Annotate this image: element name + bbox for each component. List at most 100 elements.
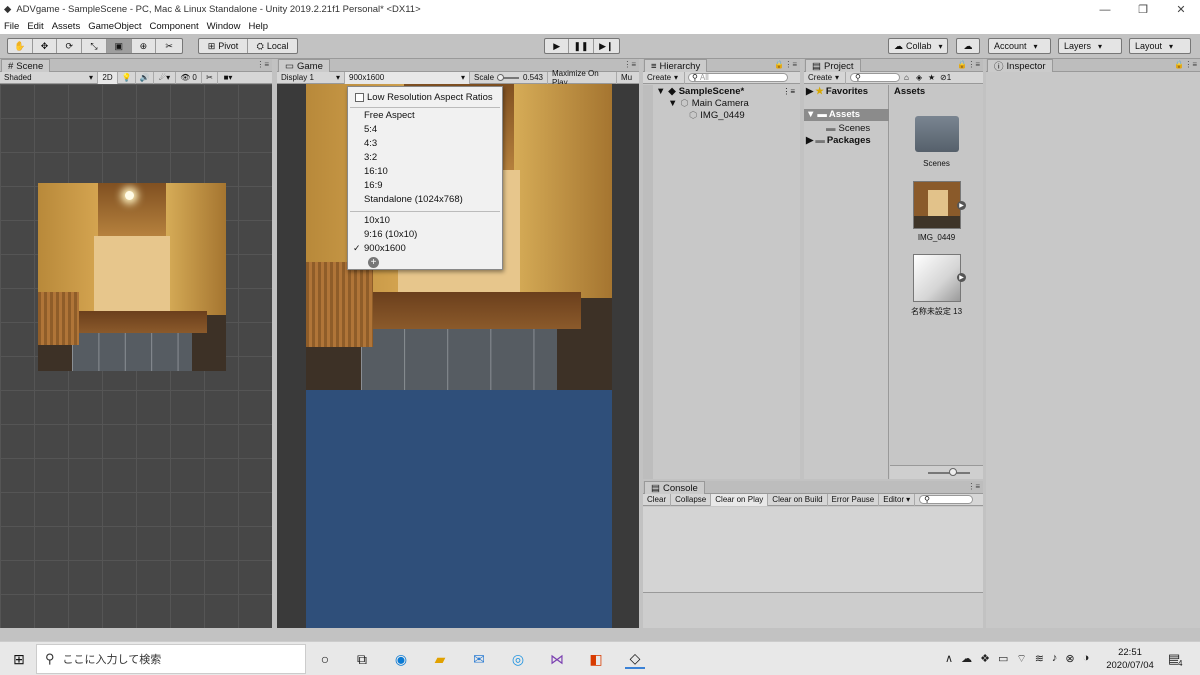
taskbar-clock[interactable]: 22:51 2020/07/04 (1098, 646, 1162, 672)
expand-arrow-icon[interactable]: ▼ (806, 109, 815, 121)
inspector-tab-menu-icon[interactable]: 🔒⋮≡ (1174, 60, 1197, 69)
edge-legacy-icon[interactable]: ◎ (508, 649, 528, 669)
scale-tool-icon[interactable]: ⤡ (82, 39, 107, 53)
account-dropdown[interactable]: Account (988, 38, 1051, 54)
network-icon[interactable]: ⌔ (1016, 652, 1026, 666)
scenes-folder-icon[interactable] (915, 116, 959, 152)
console-editor-dropdown[interactable]: Editor ▾ (879, 493, 916, 506)
taskbar-search-box[interactable]: ⚲ ここに入力して検索 (36, 644, 306, 674)
aspect-option-free[interactable]: Free Aspect (364, 110, 415, 122)
camera-dropdown-icon[interactable]: ■▾ (218, 72, 238, 84)
collab-button[interactable]: ☁ Collab (888, 38, 948, 54)
low-res-checkbox[interactable] (355, 92, 364, 102)
assets-tree-row[interactable]: ▼ ▬ Assets (804, 109, 889, 121)
cortana-icon[interactable]: ○ (315, 649, 335, 669)
windows-start-icon[interactable]: ⊞ (9, 649, 29, 669)
zoom-slider-thumb[interactable] (949, 468, 958, 476)
favorite-star-icon[interactable]: ★ (924, 72, 936, 84)
aspect-option-3-2[interactable]: 3:2 (364, 152, 377, 164)
pivot-button[interactable]: ⊞ Pivot (199, 39, 249, 53)
layout-dropdown[interactable]: Layout (1129, 38, 1191, 54)
hidden-objects-toggle[interactable]: 👁 0 (176, 71, 202, 84)
hierarchy-scene-row[interactable]: ▼ ◆ SampleScene* (656, 86, 744, 97)
dropbox-icon[interactable]: ❖ (980, 652, 990, 666)
add-resolution-icon[interactable]: + (368, 257, 379, 268)
tray-chevron-up-icon[interactable]: ∧ (945, 652, 953, 666)
scene-view[interactable] (0, 84, 272, 628)
visual-studio-icon[interactable]: ⋈ (547, 649, 567, 669)
game-tab-menu-icon[interactable]: ⋮≡ (623, 60, 636, 69)
transform-tool-icon[interactable]: ⊕ (132, 39, 157, 53)
expand-arrow-icon[interactable]: ▼ (668, 98, 677, 109)
packages-tree-row[interactable]: ▶ ▬ Packages (806, 135, 871, 146)
expand-arrow-icon[interactable]: ▼ (656, 86, 665, 97)
hierarchy-create-dropdown[interactable]: Create ▾ (643, 71, 685, 84)
aspect-option-9-16[interactable]: 9:16 (10x10) (364, 229, 417, 241)
tools-icon[interactable]: ✂ (202, 71, 218, 84)
filter-label-icon[interactable]: ◈ (912, 72, 924, 84)
scale-track[interactable] (497, 73, 520, 81)
aspect-option-10x10[interactable]: 10x10 (364, 215, 390, 227)
scenes-tree-row[interactable]: ▬ Scenes (826, 123, 870, 134)
minimize-icon[interactable]: — (1086, 0, 1124, 19)
tab-game[interactable]: ▭ Game (278, 59, 330, 72)
hierarchy-search-input[interactable]: ⚲ All (688, 73, 788, 82)
aspect-option-5-4[interactable]: 5:4 (364, 124, 377, 136)
menu-gameobject[interactable]: GameObject (88, 21, 141, 32)
aspect-option-16-10[interactable]: 16:10 (364, 166, 388, 178)
rect-tool-icon[interactable]: ▣ (106, 39, 132, 53)
hierarchy-item-img[interactable]: ⬡ IMG_0449 (689, 110, 745, 121)
audio-toggle-icon[interactable]: 🔊 (136, 71, 154, 84)
custom-tool-icon[interactable]: ✂ (156, 39, 182, 53)
console-collapse-button[interactable]: Collapse (671, 493, 712, 506)
play-icon[interactable]: ▶ (545, 39, 570, 53)
project-search-input[interactable]: ⚲ (850, 73, 900, 82)
file-explorer-icon[interactable]: ▰ (430, 649, 450, 669)
hidden-packages-icon[interactable]: ⊘1 (936, 72, 956, 84)
close-icon[interactable]: ✕ (1162, 0, 1200, 19)
console-error-pause-button[interactable]: Error Pause (828, 493, 880, 506)
console-search-input[interactable]: ⚲ (919, 495, 974, 504)
wifi-icon[interactable]: ≋ (1035, 652, 1044, 666)
restore-icon[interactable]: ❐ (1124, 0, 1162, 19)
hierarchy-item-main-camera[interactable]: ▼ ⬡ Main Camera (668, 98, 749, 109)
scene-options-icon[interactable]: ⋮≡ (782, 87, 795, 96)
img0449-thumbnail[interactable] (913, 181, 961, 229)
local-button[interactable]: ⛭ Local (248, 39, 297, 53)
resolution-dropdown[interactable]: 900x1600 ▾ (345, 71, 470, 84)
edge-icon[interactable]: ◉ (391, 649, 411, 669)
console-log-area[interactable] (643, 507, 983, 592)
menu-help[interactable]: Help (248, 21, 268, 32)
hand-tool-icon[interactable]: ✋ (8, 39, 33, 53)
expand-sprite-icon[interactable]: ▶ (957, 273, 966, 282)
favorites-row[interactable]: ▶ ★ Favorites (806, 86, 868, 97)
console-clear-on-play-button[interactable]: Clear on Play (711, 493, 769, 506)
console-tab-menu-icon[interactable]: ⋮≡ (967, 482, 980, 491)
menu-file[interactable]: File (4, 21, 19, 32)
mute-audio-toggle[interactable]: Mu (617, 72, 633, 84)
console-clear-on-build-button[interactable]: Clear on Build (768, 493, 828, 506)
scale-thumb[interactable] (497, 73, 505, 81)
aspect-option-standalone[interactable]: Standalone (1024x768) (364, 194, 463, 206)
ime-icon[interactable]: ⊗ (1065, 652, 1074, 666)
mail-icon[interactable]: ✉ (469, 649, 489, 669)
tab-scene[interactable]: # Scene (1, 59, 51, 72)
untitled13-thumbnail[interactable] (913, 254, 961, 302)
scale-slider[interactable]: Scale 0.543 (470, 71, 548, 84)
move-tool-icon[interactable]: ✥ (33, 39, 58, 53)
expand-arrow-icon[interactable]: ▶ (806, 135, 813, 146)
aspect-option-900x1600[interactable]: 900x1600 (364, 243, 406, 255)
aspect-option-16-9[interactable]: 16:9 (364, 180, 383, 192)
step-icon[interactable]: ▶❙ (594, 39, 619, 53)
effects-dropdown-icon[interactable]: ☄▾ (154, 71, 176, 84)
project-tab-menu-icon[interactable]: 🔒⋮≡ (957, 60, 980, 69)
pause-icon[interactable]: ❚❚ (569, 39, 594, 53)
aspect-option-4-3[interactable]: 4:3 (364, 138, 377, 150)
maximize-on-play-toggle[interactable]: Maximize On Play (548, 69, 617, 87)
tab-console[interactable]: ▤ Console (644, 481, 705, 494)
menu-assets[interactable]: Assets (52, 21, 81, 32)
unity-icon[interactable]: ◇ (625, 649, 645, 669)
project-create-dropdown[interactable]: Create ▾ (804, 71, 846, 84)
console-clear-button[interactable]: Clear (643, 493, 672, 506)
menu-window[interactable]: Window (207, 21, 241, 32)
